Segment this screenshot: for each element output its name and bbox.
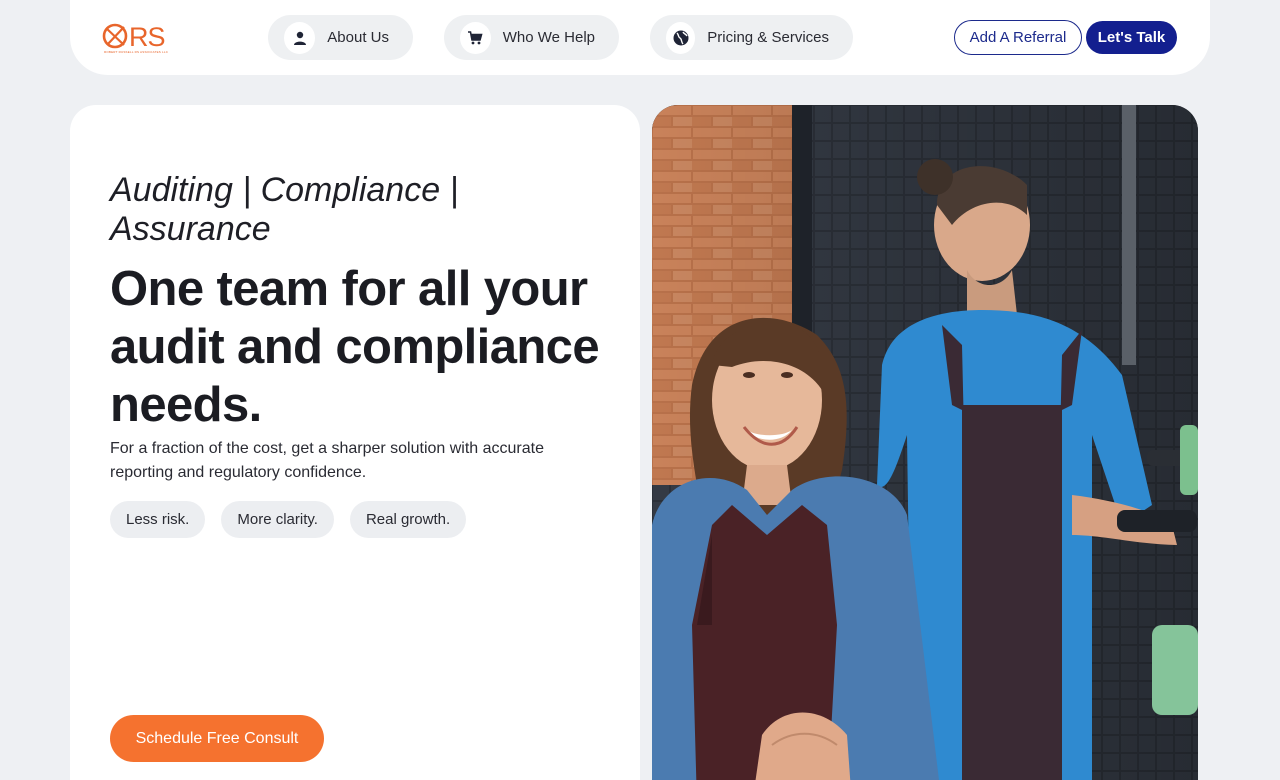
nav-item-pricing-services[interactable]: Pricing & Services: [650, 15, 853, 60]
lets-talk-button[interactable]: Let's Talk: [1086, 21, 1177, 54]
logo-text: RS: [129, 22, 166, 52]
nav-item-label: Who We Help: [502, 29, 595, 46]
nav-item-who-we-help[interactable]: Who We Help: [444, 15, 619, 60]
hero-subtitle: For a fraction of the cost, get a sharpe…: [110, 440, 544, 481]
globe-icon: [666, 21, 696, 54]
hero-card: Auditing | Compliance | Assurance One te…: [70, 105, 640, 780]
hero-title: One team for all your audit and complian…: [110, 262, 600, 432]
benefit-chip-growth: Real growth.: [349, 501, 467, 538]
benefit-chips: Less risk. More clarity. Real growth.: [110, 501, 467, 538]
add-referral-button[interactable]: Add A Referral: [954, 20, 1082, 55]
benefit-chip-risk: Less risk.: [110, 501, 206, 538]
logo-mark-icon: [102, 23, 128, 49]
nav-item-label: Pricing & Services: [707, 29, 829, 46]
schedule-consult-button[interactable]: Schedule Free Consult: [110, 715, 324, 762]
logo-tagline: ROBERT RUSSELL RS ASSOCIATES LLC: [104, 50, 169, 54]
top-nav: RS ROBERT RUSSELL RS ASSOCIATES LLC Abou…: [70, 0, 1210, 75]
nav-item-about-us[interactable]: About Us: [268, 15, 413, 60]
hero-kicker: Auditing | Compliance | Assurance: [110, 171, 459, 248]
cart-icon: [460, 21, 491, 54]
user-icon: [284, 21, 316, 54]
benefit-chip-clarity: More clarity.: [221, 501, 334, 538]
nav-item-label: About Us: [327, 29, 389, 46]
hero-photo: [652, 105, 1198, 780]
brand-logo[interactable]: RS ROBERT RUSSELL RS ASSOCIATES LLC: [102, 22, 168, 54]
hero-photo-image: [652, 105, 1198, 780]
